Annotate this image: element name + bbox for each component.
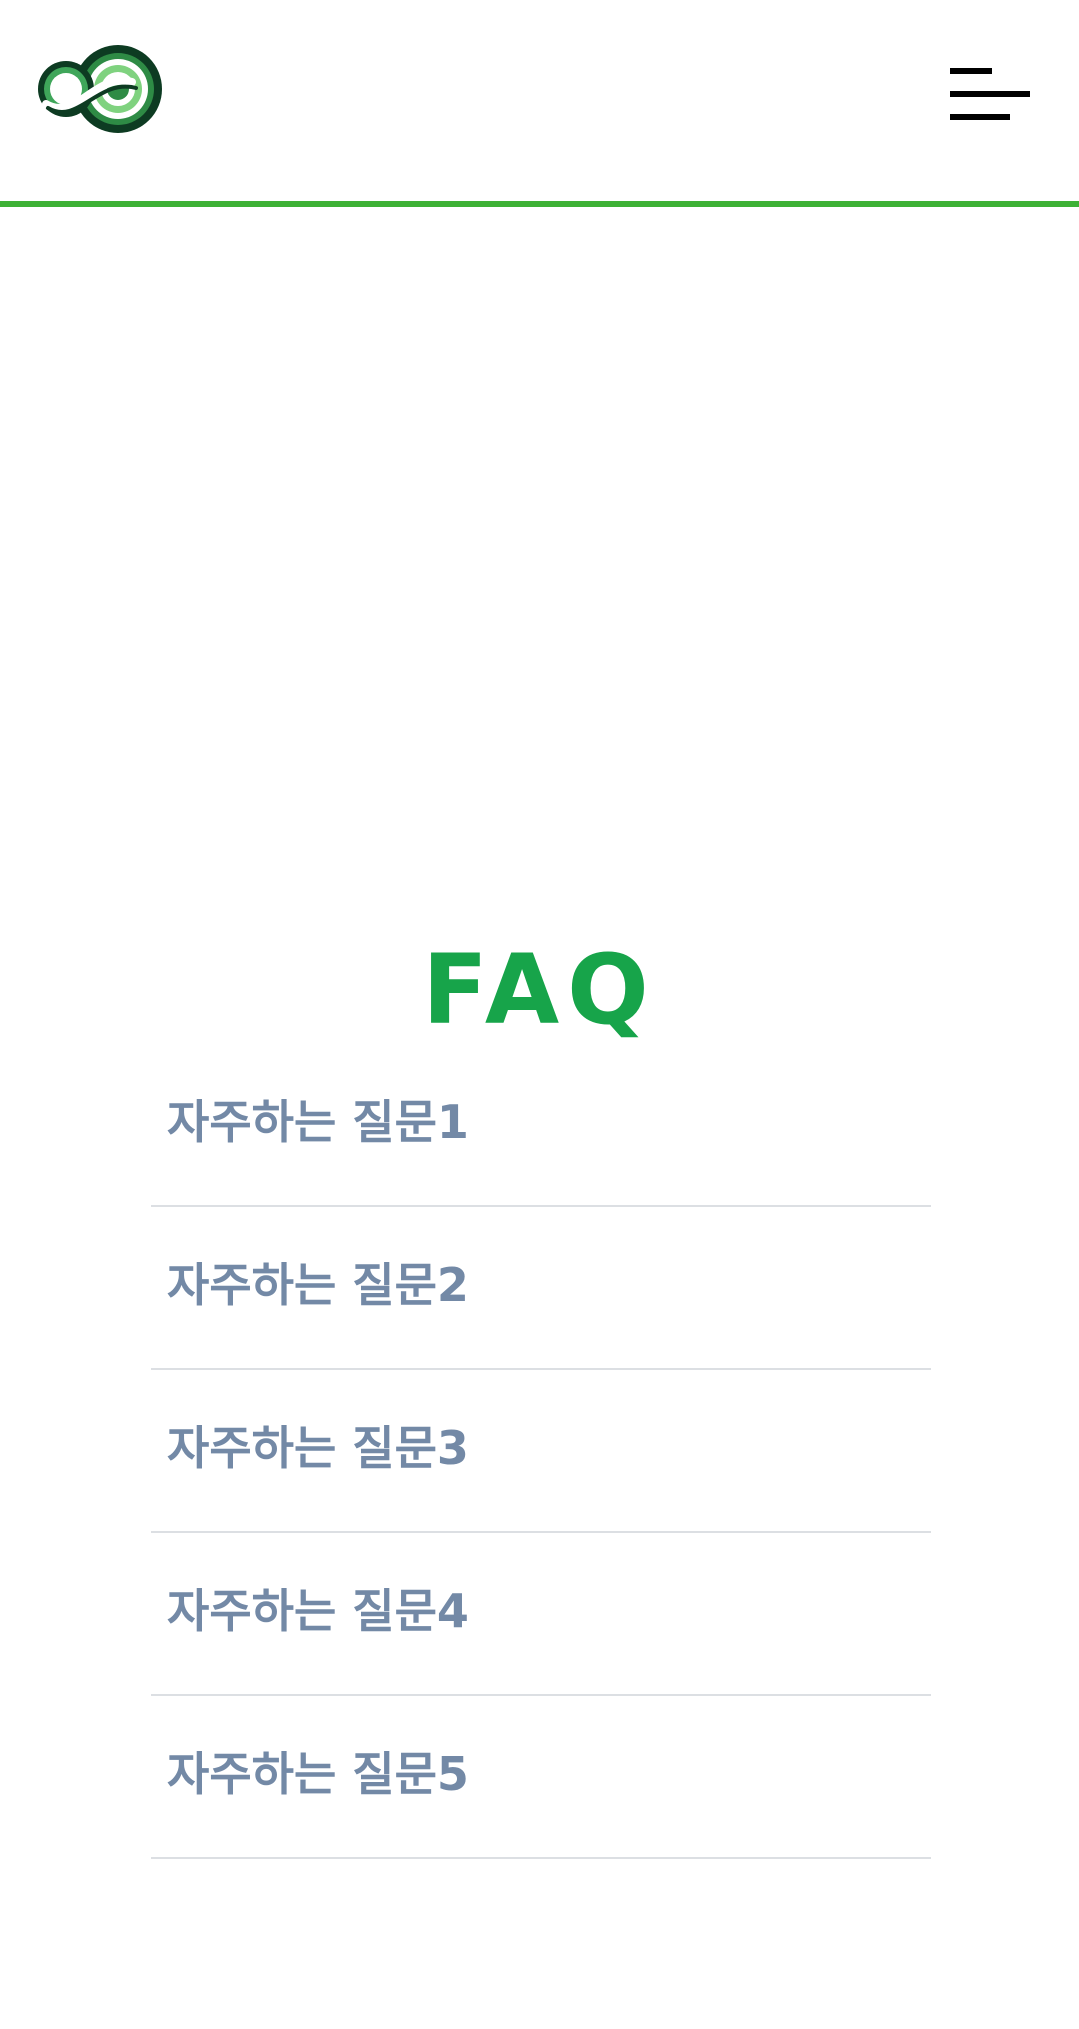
faq-item-5[interactable]: 자주하는 질문5: [151, 1696, 931, 1859]
faq-question: 자주하는 질문1: [167, 1095, 469, 1149]
faq-title: FAQ: [422, 934, 657, 1047]
faq-question: 자주하는 질문3: [167, 1421, 469, 1475]
faq-item-1[interactable]: 자주하는 질문1: [151, 1044, 931, 1207]
infinity-logo-icon[interactable]: [36, 42, 166, 136]
site-header: [0, 0, 1079, 207]
menu-bar-middle: [950, 91, 1030, 97]
menu-bar-bottom: [950, 114, 1010, 120]
hamburger-menu-icon[interactable]: [944, 62, 1030, 130]
faq-question: 자주하는 질문2: [167, 1258, 469, 1312]
faq-list: 자주하는 질문1 자주하는 질문2 자주하는 질문3 자주하는 질문4 자주하는…: [151, 1044, 931, 1859]
menu-bar-top: [950, 68, 992, 74]
faq-item-3[interactable]: 자주하는 질문3: [151, 1370, 931, 1533]
faq-item-2[interactable]: 자주하는 질문2: [151, 1207, 931, 1370]
faq-question: 자주하는 질문5: [167, 1747, 469, 1801]
faq-question: 자주하는 질문4: [167, 1584, 469, 1638]
faq-item-4[interactable]: 자주하는 질문4: [151, 1533, 931, 1696]
